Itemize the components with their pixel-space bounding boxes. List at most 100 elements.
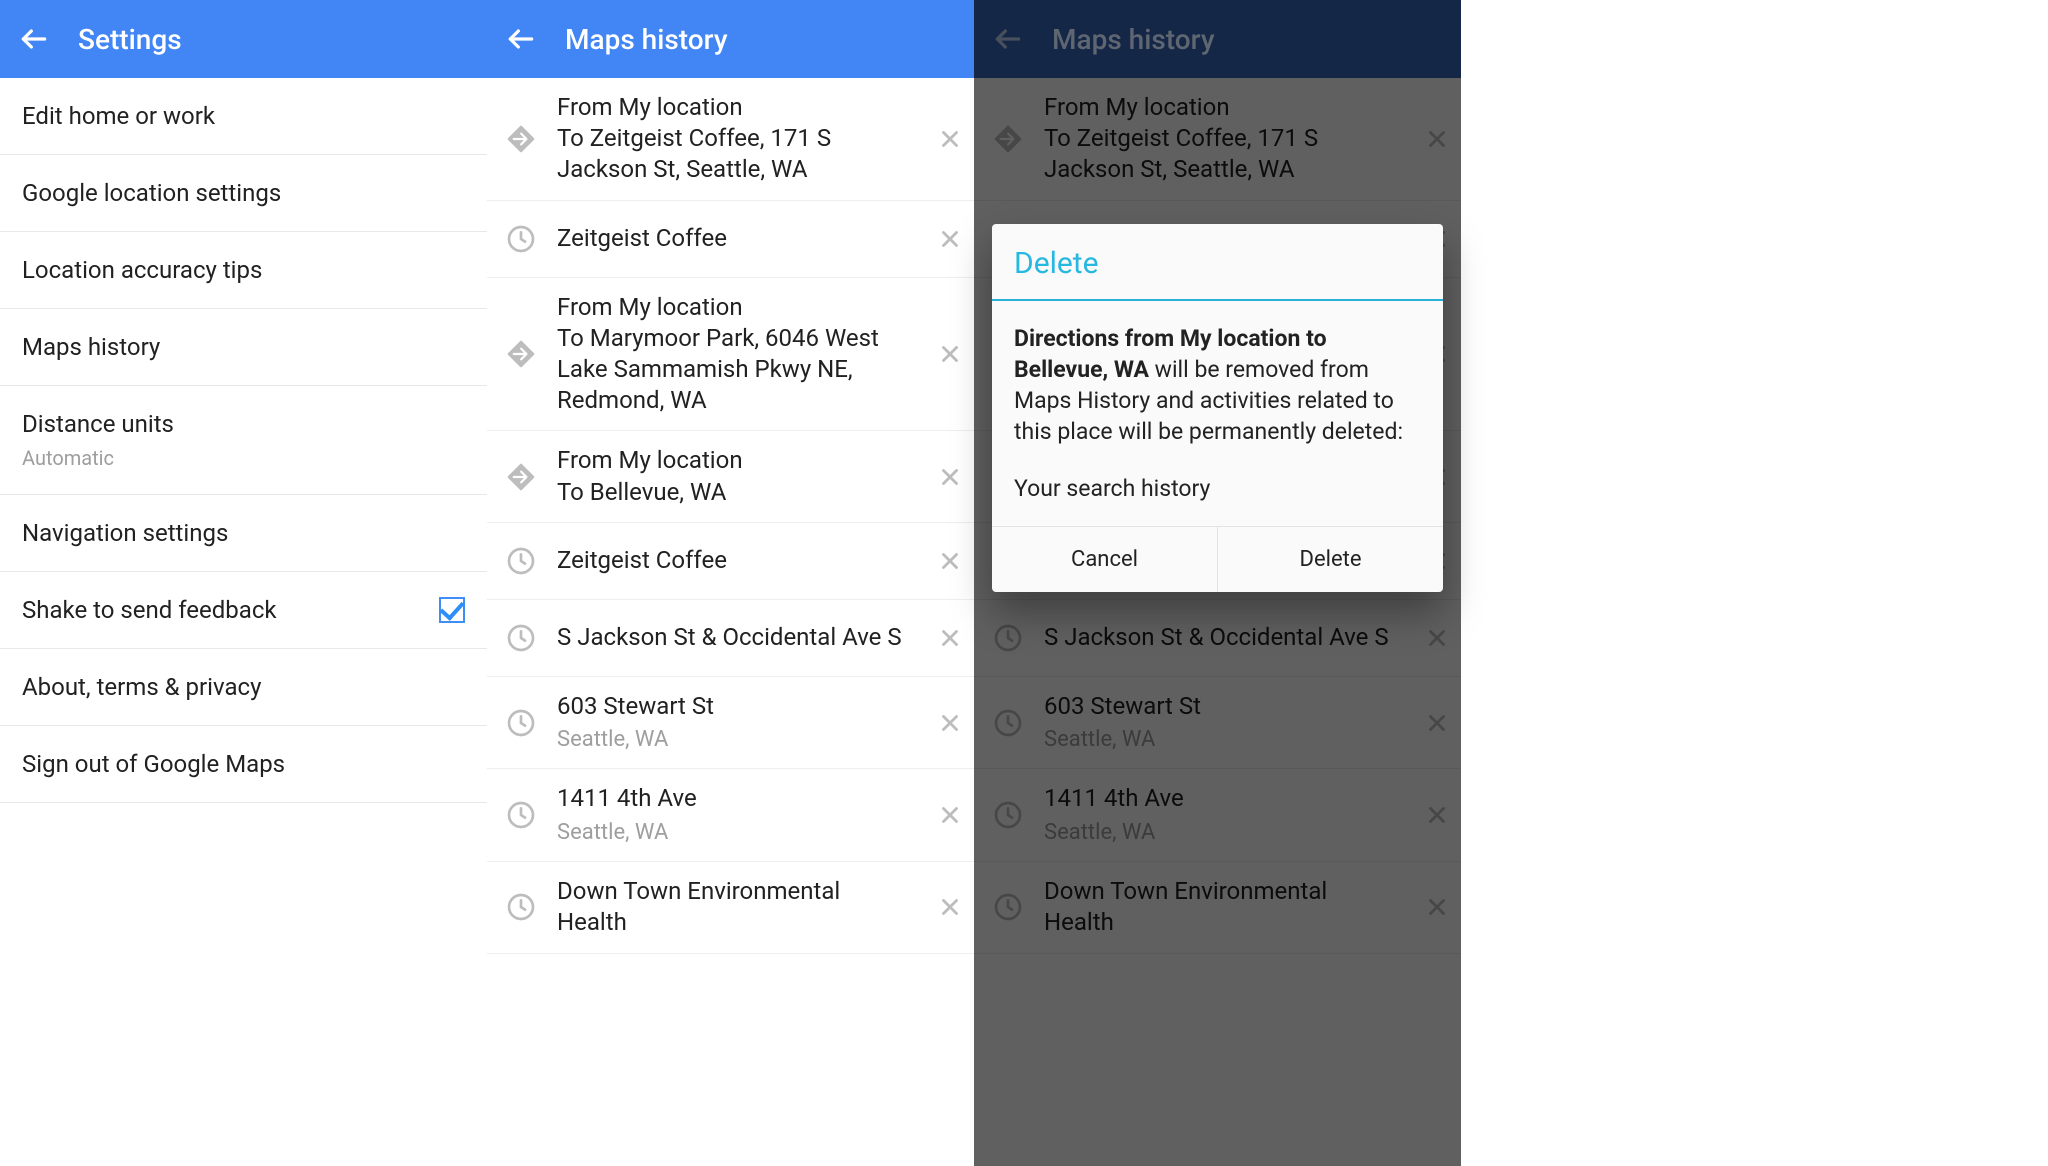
history-item-text: Zeitgeist Coffee (557, 223, 914, 254)
history-line: Down Town Environmental Health (557, 876, 914, 938)
settings-item-label: Edit home or work (22, 102, 215, 130)
close-icon[interactable] (1413, 791, 1461, 839)
history-item-text: From My locationTo Zeitgeist Coffee, 171… (1044, 92, 1401, 186)
close-icon[interactable] (926, 883, 974, 931)
history-subline: Seattle, WA (1044, 819, 1401, 848)
close-icon[interactable] (926, 330, 974, 378)
history-item[interactable]: From My locationTo Zeitgeist Coffee, 171… (974, 78, 1461, 201)
close-icon[interactable] (1413, 699, 1461, 747)
history-item[interactable]: S Jackson St & Occidental Ave S (487, 600, 974, 677)
history-item[interactable]: 603 Stewart StSeattle, WA (974, 677, 1461, 770)
appbar-history-dim: Maps history (974, 0, 1461, 78)
history-subline: Seattle, WA (1044, 726, 1401, 755)
settings-item-label: Google location settings (22, 179, 281, 207)
history-item-text: S Jackson St & Occidental Ave S (1044, 622, 1401, 653)
history-item[interactable]: From My locationTo Zeitgeist Coffee, 171… (487, 78, 974, 201)
settings-item-label: Navigation settings (22, 519, 228, 547)
settings-item-label: Distance units (22, 410, 174, 438)
history-subline: Seattle, WA (557, 819, 914, 848)
history-line: Down Town Environmental Health (1044, 876, 1401, 938)
history-item-text: Zeitgeist Coffee (557, 545, 914, 576)
history-line: From My location (557, 92, 914, 123)
page-title: Maps history (565, 23, 728, 56)
history-item[interactable]: 1411 4th Ave Seattle, WA (487, 769, 974, 862)
history-item-text: 1411 4th Ave Seattle, WA (1044, 783, 1401, 847)
settings-item[interactable]: Edit home or work (0, 78, 487, 155)
clock-icon (497, 545, 545, 577)
settings-item-label: Sign out of Google Maps (22, 750, 285, 778)
settings-item[interactable]: Sign out of Google Maps (0, 726, 487, 803)
close-icon[interactable] (926, 537, 974, 585)
settings-item[interactable]: Shake to send feedback (0, 572, 487, 649)
back-arrow-icon (992, 23, 1024, 55)
history-item-text: From My locationTo Bellevue, WA (557, 445, 914, 507)
history-item[interactable]: S Jackson St & Occidental Ave S (974, 600, 1461, 677)
appbar-settings: Settings (0, 0, 487, 78)
page-title: Settings (78, 23, 182, 56)
close-icon[interactable] (1413, 115, 1461, 163)
history-item[interactable]: 1411 4th Ave Seattle, WA (974, 769, 1461, 862)
settings-list: Edit home or work Google location setting… (0, 78, 487, 1166)
close-icon[interactable] (926, 699, 974, 747)
settings-item[interactable]: About, terms & privacy (0, 649, 487, 726)
history-line: Zeitgeist Coffee (557, 223, 914, 254)
history-item[interactable]: Down Town Environmental Health (487, 862, 974, 953)
history-item[interactable]: Zeitgeist Coffee (487, 201, 974, 278)
close-icon[interactable] (926, 453, 974, 501)
close-icon[interactable] (1413, 883, 1461, 931)
history-item-text: 603 Stewart StSeattle, WA (1044, 691, 1401, 755)
close-icon[interactable] (926, 215, 974, 263)
history-item-text: Down Town Environmental Health (1044, 876, 1401, 938)
history-line: To Marymoor Park, 6046 West Lake Sammami… (557, 323, 914, 417)
history-item-text: 603 Stewart StSeattle, WA (557, 691, 914, 755)
maps-history-pane: Maps history From My locationTo Zeitgeis… (487, 0, 974, 1166)
settings-item[interactable]: Maps history (0, 309, 487, 386)
settings-item-label: Shake to send feedback (22, 596, 277, 624)
history-item[interactable]: From My locationTo Marymoor Park, 6046 W… (487, 278, 974, 432)
dialog-actions: Cancel Delete (992, 526, 1443, 592)
history-list: From My locationTo Zeitgeist Coffee, 171… (487, 78, 974, 1166)
history-item[interactable]: Down Town Environmental Health (974, 862, 1461, 953)
history-item[interactable]: From My locationTo Bellevue, WA (487, 431, 974, 522)
directions-icon (497, 123, 545, 155)
directions-icon (497, 461, 545, 493)
checkbox-icon[interactable] (439, 597, 465, 623)
close-icon[interactable] (1413, 614, 1461, 662)
history-item-text: S Jackson St & Occidental Ave S (557, 622, 914, 653)
history-item-text: Down Town Environmental Health (557, 876, 914, 938)
settings-item[interactable]: Google location settings (0, 155, 487, 232)
clock-icon (497, 891, 545, 923)
history-item[interactable]: 603 Stewart StSeattle, WA (487, 677, 974, 770)
history-item[interactable]: Zeitgeist Coffee (487, 523, 974, 600)
back-arrow-icon[interactable] (505, 23, 537, 55)
settings-item-label: Maps history (22, 333, 160, 361)
close-icon[interactable] (926, 614, 974, 662)
settings-item[interactable]: Location accuracy tips (0, 232, 487, 309)
history-line: To Bellevue, WA (557, 477, 914, 508)
delete-button[interactable]: Delete (1218, 527, 1443, 592)
close-icon[interactable] (926, 115, 974, 163)
history-item-text: 1411 4th Ave Seattle, WA (557, 783, 914, 847)
settings-item[interactable]: Distance unitsAutomatic (0, 386, 487, 495)
delete-dialog: Delete Directions from My location to Be… (992, 224, 1443, 592)
settings-item[interactable]: Navigation settings (0, 495, 487, 572)
history-line: From My location (1044, 92, 1401, 123)
page-title: Maps history (1052, 23, 1215, 56)
close-icon[interactable] (926, 791, 974, 839)
clock-icon (984, 891, 1032, 923)
cancel-button[interactable]: Cancel (992, 527, 1218, 592)
appbar-history: Maps history (487, 0, 974, 78)
settings-pane: Settings Edit home or work Google locatio… (0, 0, 487, 1166)
history-line: 1411 4th Ave (1044, 783, 1401, 814)
history-line: 603 Stewart St (557, 691, 914, 722)
back-arrow-icon[interactable] (18, 23, 50, 55)
history-line: S Jackson St & Occidental Ave S (557, 622, 914, 653)
history-line: To Zeitgeist Coffee, 171 S Jackson St, S… (557, 123, 914, 185)
directions-icon (984, 123, 1032, 155)
clock-icon (497, 622, 545, 654)
history-line: From My location (557, 445, 914, 476)
history-line: 1411 4th Ave (557, 783, 914, 814)
clock-icon (984, 707, 1032, 739)
clock-icon (984, 799, 1032, 831)
clock-icon (984, 622, 1032, 654)
